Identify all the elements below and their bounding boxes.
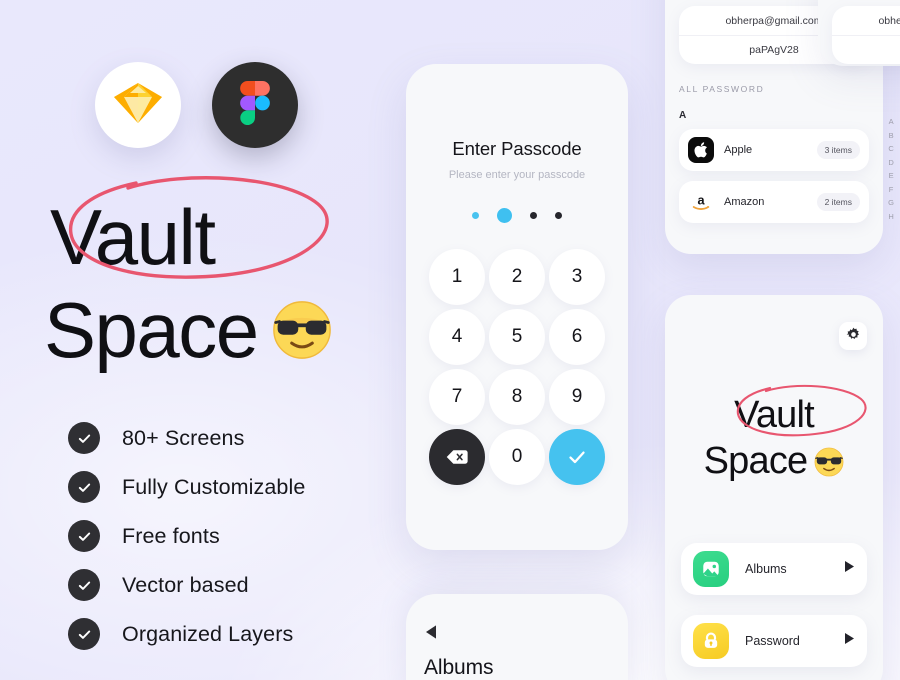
brand-word-space: Space <box>703 440 809 483</box>
list-item: 80+ Screens <box>68 422 305 454</box>
photo-icon <box>693 551 729 587</box>
brand-word-space: Space <box>44 285 259 374</box>
numeric-keypad: 1 2 3 4 5 6 7 8 9 0 <box>429 249 605 485</box>
passcode-subtitle: Please enter your passcode <box>448 169 586 181</box>
home-screen-mockup: Vault Space Albums Password <box>665 295 883 680</box>
back-arrow-icon[interactable] <box>424 624 610 640</box>
feature-label: Free fonts <box>122 523 220 548</box>
brand-line-top: Vault <box>730 384 867 437</box>
confirm-passcode-button[interactable] <box>549 429 605 485</box>
keypad-key-7[interactable]: 7 <box>429 369 485 425</box>
settings-button[interactable] <box>839 322 867 350</box>
check-circle-icon <box>68 422 100 454</box>
sketch-logo-icon <box>114 81 162 130</box>
list-item: Organized Layers <box>68 618 305 650</box>
passcode-dot-active <box>497 207 512 223</box>
section-header-all-password: ALL PASSWORD <box>679 84 765 94</box>
check-circle-icon <box>68 520 100 552</box>
backspace-delete-glyph <box>446 450 468 464</box>
alphabet-index-letter[interactable]: E <box>889 172 894 180</box>
svg-text:a: a <box>697 193 705 208</box>
albums-screen-mockup: Albums <box>406 594 628 680</box>
credential-card: obherpa@gmail.com paPAgV28 <box>832 6 900 64</box>
sunglasses-face-emoji <box>814 447 844 477</box>
backspace-delete-icon[interactable] <box>429 429 485 485</box>
home-menu-label: Password <box>745 634 800 648</box>
passcode-dot <box>472 211 479 219</box>
keypad-key-3[interactable]: 3 <box>549 249 605 305</box>
alphabet-index-letter[interactable]: B <box>889 131 894 140</box>
left-promo-panel: Vault Space 80+ Screens Fully Customizab… <box>0 0 400 680</box>
alphabet-index-letter[interactable]: A <box>889 118 894 126</box>
feature-label: Vector based <box>122 572 249 597</box>
play-arrow-icon[interactable] <box>844 560 855 578</box>
passcode-screen-mockup: Enter Passcode Please enter your passcod… <box>406 64 628 550</box>
alphabet-index-letter[interactable]: C <box>888 145 893 153</box>
check-circle-icon <box>68 569 100 601</box>
feature-label: Fully Customizable <box>122 474 306 499</box>
passcode-dots-indicator <box>406 206 628 224</box>
alphabet-index[interactable]: A B C D E F G H <box>888 118 894 220</box>
figma-logo-icon <box>240 80 270 130</box>
home-menu-label: Albums <box>745 562 787 576</box>
home-menu-list: Albums Password <box>681 543 867 667</box>
alphabet-index-letter[interactable]: D <box>888 158 893 167</box>
tool-logos-row <box>95 62 298 148</box>
check-icon <box>569 451 585 464</box>
sunglasses-face-emoji <box>272 300 332 360</box>
keypad-key-0[interactable]: 0 <box>489 429 545 485</box>
list-item[interactable]: a Amazon 2 items <box>679 181 869 223</box>
password-entry-name: Apple <box>724 144 753 156</box>
home-menu-item-albums[interactable]: Albums <box>681 543 867 595</box>
home-menu-item-password[interactable]: Password <box>681 615 867 667</box>
keypad-key-9[interactable]: 9 <box>549 369 605 425</box>
brand-word-vault: Vault <box>734 394 815 436</box>
alphabet-index-letter[interactable]: H <box>888 212 893 221</box>
passcode-dot <box>530 211 537 219</box>
brand-wordmark: Vault Space <box>44 176 384 374</box>
list-item: Fully Customizable <box>68 471 305 503</box>
password-entry-name: Amazon <box>724 196 765 208</box>
brand-line-top: Vault <box>44 176 329 281</box>
alphabet-index-letter[interactable]: G <box>888 199 894 207</box>
apple-logo-icon <box>688 137 714 163</box>
page-title: Albums <box>424 656 494 679</box>
password-entry-count: 3 items <box>816 141 860 159</box>
keypad-key-2[interactable]: 2 <box>489 249 545 305</box>
alphabet-index-letter[interactable]: F <box>889 185 894 194</box>
amazon-logo-icon: a <box>688 189 714 215</box>
keypad-key-8[interactable]: 8 <box>489 369 545 425</box>
brand-line-bottom: Space <box>44 285 384 374</box>
sketch-logo-badge <box>95 62 181 148</box>
keypad-key-4[interactable]: 4 <box>429 309 485 365</box>
figma-logo-badge <box>212 62 298 148</box>
passcode-dot <box>555 211 562 219</box>
keypad-key-5[interactable]: 5 <box>489 309 545 365</box>
feature-list: 80+ Screens Fully Customizable Free font… <box>68 422 305 650</box>
password-entry-count: 2 items <box>816 193 860 211</box>
play-arrow-icon[interactable] <box>844 632 855 650</box>
keypad-key-6[interactable]: 6 <box>549 309 605 365</box>
section-letter-a: A <box>679 110 687 121</box>
password-entries-list: Apple 3 items a Amazon 2 items <box>679 129 869 223</box>
brand-word-vault: Vault <box>50 193 216 281</box>
list-item: Vector based <box>68 569 305 601</box>
check-circle-icon <box>68 471 100 503</box>
gear-icon <box>846 327 861 345</box>
keypad-key-1[interactable]: 1 <box>429 249 485 305</box>
feature-label: Organized Layers <box>122 621 294 646</box>
list-item[interactable]: Apple 3 items <box>679 129 869 171</box>
brand-line-bottom: Space <box>665 440 883 483</box>
page-title: Enter Passcode <box>452 138 582 159</box>
credential-password[interactable]: paPAgV28 <box>832 35 900 64</box>
check-circle-icon <box>68 618 100 650</box>
feature-label: 80+ Screens <box>122 425 245 450</box>
password-list-screen-mockup-secondary: obherpa@gmail.com paPAgV28 <box>818 0 900 66</box>
list-item: Free fonts <box>68 520 305 552</box>
brand-wordmark-small: Vault Space <box>665 384 883 483</box>
credential-email[interactable]: obherpa@gmail.com <box>832 6 900 35</box>
lock-icon <box>693 623 729 659</box>
design-showcase-canvas: Vault Space 80+ Screens Fully Customizab… <box>0 0 900 680</box>
